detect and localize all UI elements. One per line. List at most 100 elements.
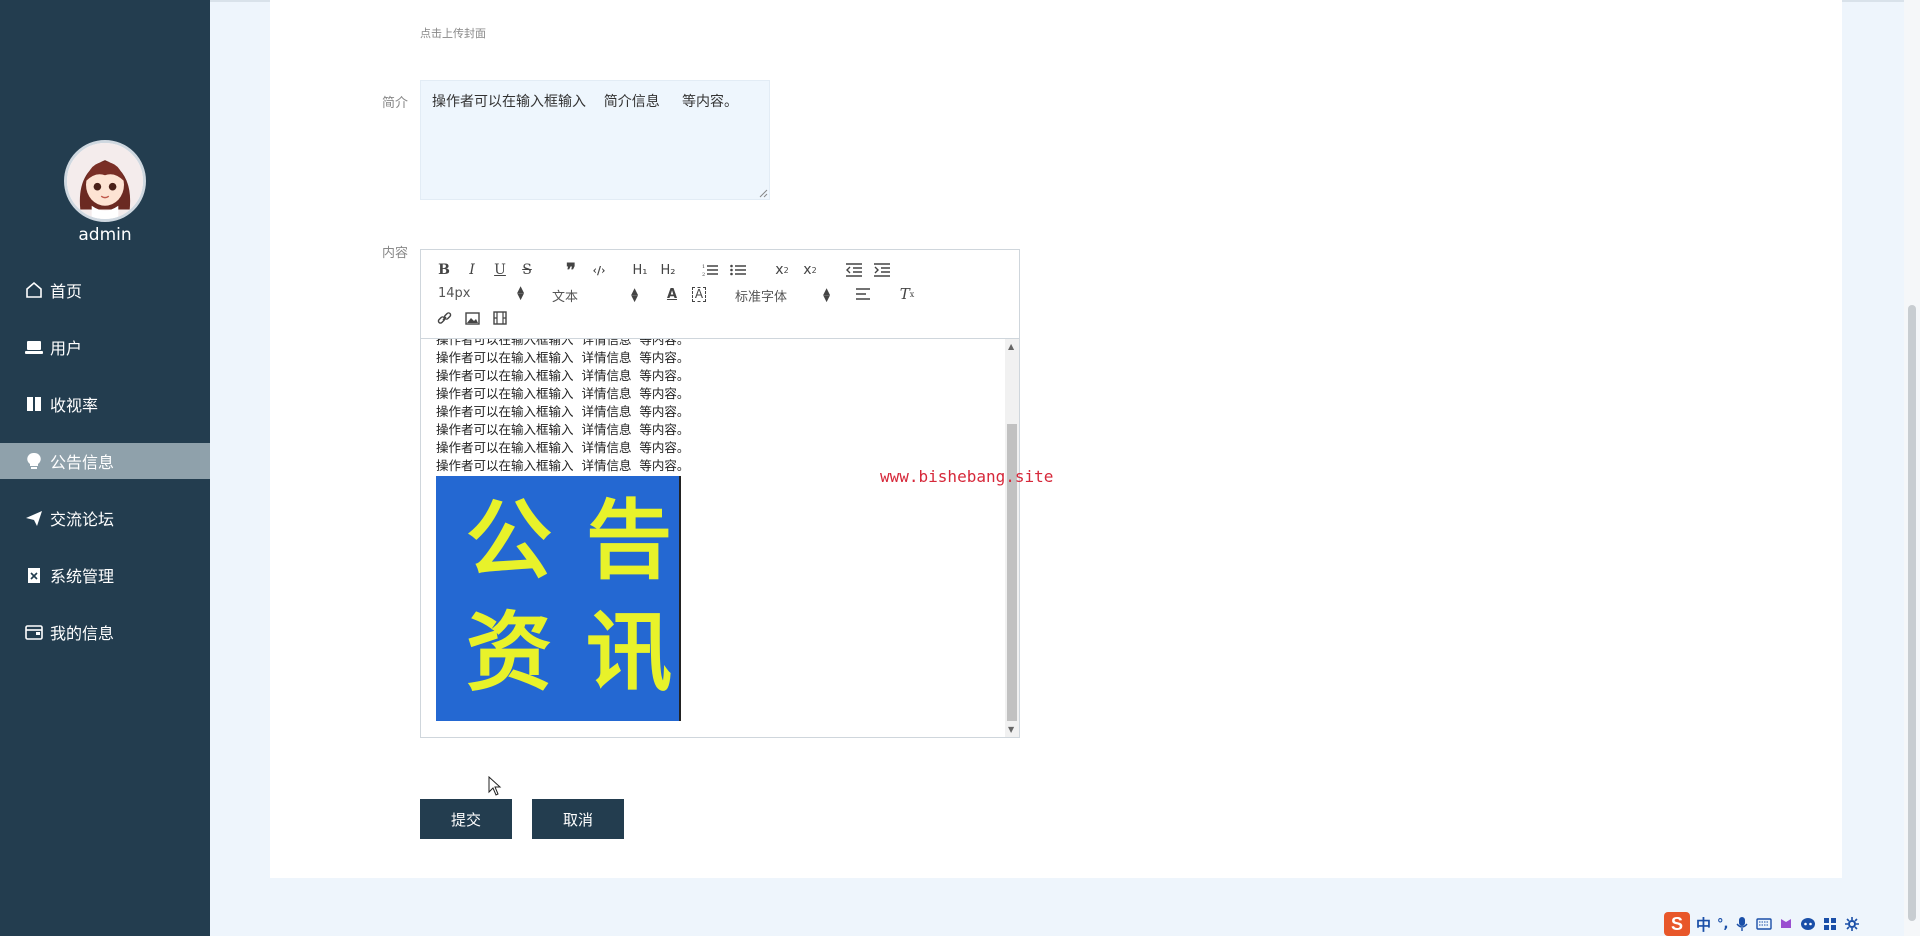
laptop-icon [24, 337, 44, 357]
sidebar-item-ratings[interactable]: 收视率 [0, 386, 210, 422]
editor-content[interactable]: 操作者可以在输入框输入 详情信息 等内容。 操作者可以在输入框输入 详情信息 等… [421, 339, 1019, 737]
ordered-list-icon[interactable]: 12 [700, 260, 720, 280]
notice-image-char: 讯 [586, 603, 672, 703]
select-arrows-icon: ▲ ▼ [823, 286, 830, 304]
notice-image[interactable]: 公 告 资 讯 [436, 476, 681, 721]
username: admin [78, 225, 132, 245]
outdent-icon[interactable] [844, 260, 864, 280]
content-text: 操作者可以在输入框输入 详情信息 等内容。 操作者可以在输入框输入 详情信息 等… [436, 339, 689, 475]
video-icon[interactable] [490, 308, 510, 328]
content-label: 内容 [382, 246, 409, 261]
svg-text:1: 1 [702, 264, 705, 270]
heading1-icon[interactable]: H₁ [630, 260, 650, 280]
wallet-icon [24, 622, 44, 642]
rich-text-editor: B I U S ❞ ‹/› H₁ H₂ 12 x2 x2 14px ▲ ▼ 文本 … [420, 249, 1020, 738]
scroll-up-icon[interactable]: ▲ [1008, 342, 1014, 351]
select-arrows-icon: ▲ ▼ [631, 286, 638, 304]
watermark: www.bishebang.site [880, 467, 1054, 486]
mouse-cursor-icon [488, 776, 502, 796]
notice-image-char: 告 [586, 491, 672, 591]
content-line: 操作者可以在输入框输入 详情信息 等内容。 [436, 350, 690, 365]
background-color-icon[interactable]: A [689, 284, 709, 304]
resize-grip-icon[interactable] [758, 188, 768, 198]
notice-image-char: 公 [466, 491, 552, 591]
indent-icon[interactable] [872, 260, 892, 280]
bulb-icon [24, 451, 44, 471]
avatar-image [67, 143, 143, 219]
clear-format-icon[interactable]: Tx [897, 284, 917, 304]
settings-icon[interactable] [1844, 916, 1860, 932]
font-size-value: 14px [438, 286, 471, 301]
font-family-value: 标准字体 [735, 290, 788, 305]
scroll-down-icon[interactable]: ▼ [1008, 725, 1014, 734]
send-icon [24, 508, 44, 528]
superscript-icon[interactable]: x2 [800, 260, 820, 280]
image-icon[interactable] [462, 308, 482, 328]
subscript-icon[interactable]: x2 [772, 260, 792, 280]
blockquote-icon[interactable]: ❞ [561, 260, 581, 281]
content-line: 操作者可以在输入框输入 详情信息 等内容。 [436, 386, 690, 401]
cancel-button[interactable]: 取消 [532, 799, 624, 839]
submit-button[interactable]: 提交 [420, 799, 512, 839]
book-icon [24, 394, 44, 414]
align-icon[interactable] [854, 284, 874, 304]
sidebar-item-profile[interactable]: 我的信息 [0, 614, 210, 650]
content-line: 操作者可以在输入框输入 详情信息 等内容。 [436, 404, 690, 419]
code-block-icon[interactable]: ‹/› [589, 260, 609, 280]
page-scroll-thumb[interactable] [1908, 305, 1916, 921]
avatar[interactable] [64, 140, 146, 222]
header-select-value: 文本 [552, 290, 579, 305]
text-color-icon[interactable]: A [662, 284, 682, 304]
font-size-select[interactable]: 14px ▲ ▼ [438, 284, 524, 302]
link-icon[interactable] [434, 308, 454, 328]
notice-image-char: 资 [466, 603, 552, 703]
assistant-icon[interactable] [1800, 916, 1816, 932]
toolbox-icon[interactable] [1822, 916, 1838, 932]
sogou-logo-icon[interactable]: S [1664, 912, 1690, 936]
header-select[interactable]: 文本 ▲ ▼ [552, 286, 638, 305]
italic-icon[interactable]: I [462, 260, 482, 280]
intro-text: 操作者可以在输入框输入 简介信息 等内容。 [432, 94, 739, 110]
sidebar-item-forum[interactable]: 交流论坛 [0, 500, 210, 536]
sidebar-item-label: 首页 [50, 282, 83, 301]
sidebar-item-label: 系统管理 [50, 567, 115, 586]
content-line: 操作者可以在输入框输入 详情信息 等内容。 [436, 368, 690, 383]
sidebar-item-users[interactable]: 用户 [0, 329, 210, 365]
cover-upload-hint[interactable]: 点击上传封面 [420, 25, 486, 41]
underline-icon[interactable]: U [490, 260, 510, 280]
skin-icon[interactable] [1778, 916, 1794, 932]
content-line: 操作者可以在输入框输入 详情信息 等内容。 [436, 458, 690, 473]
font-family-select[interactable]: 标准字体 ▲ ▼ [735, 286, 830, 305]
intro-label: 简介 [382, 96, 409, 111]
microphone-icon[interactable] [1734, 916, 1750, 932]
bullet-list-icon[interactable] [728, 260, 748, 280]
ime-punctuation[interactable]: °, [1717, 917, 1728, 932]
sidebar-item-notices[interactable]: 公告信息 [0, 443, 210, 479]
sidebar-item-home[interactable]: 首页 [0, 272, 210, 308]
content-line: 操作者可以在输入框输入 详情信息 等内容。 [436, 440, 690, 455]
content-line: 操作者可以在输入框输入 详情信息 等内容。 [436, 339, 690, 347]
sidebar-item-label: 收视率 [50, 396, 99, 415]
sidebar-item-system[interactable]: 系统管理 [0, 557, 210, 593]
intro-textarea[interactable]: 操作者可以在输入框输入 简介信息 等内容。 [420, 80, 770, 200]
clipboard-icon [24, 565, 44, 585]
sidebar: admin 首页 用户 收视率 公告信息 交流论坛 系统管理 我的信息 [0, 0, 210, 936]
sidebar-item-label: 我的信息 [50, 624, 115, 643]
sidebar-item-label: 用户 [50, 339, 83, 358]
svg-text:2: 2 [702, 272, 705, 277]
sidebar-item-label: 交流论坛 [50, 510, 115, 529]
page-scrollbar[interactable] [1904, 0, 1920, 936]
editor-toolbar: B I U S ❞ ‹/› H₁ H₂ 12 x2 x2 14px ▲ ▼ 文本 … [421, 250, 1019, 339]
content-line: 操作者可以在输入框输入 详情信息 等内容。 [436, 422, 690, 437]
select-arrows-icon: ▲ ▼ [517, 284, 524, 302]
sidebar-menu: 首页 用户 收视率 公告信息 交流论坛 系统管理 我的信息 [0, 272, 210, 671]
strike-icon[interactable]: S [517, 260, 537, 280]
sidebar-item-label: 公告信息 [50, 453, 115, 472]
bold-icon[interactable]: B [434, 260, 454, 280]
ime-toolbar: S 中 °, [1662, 912, 1902, 936]
heading2-icon[interactable]: H₂ [658, 260, 678, 280]
home-icon [24, 280, 44, 300]
keyboard-icon[interactable] [1756, 916, 1773, 932]
ime-language[interactable]: 中 [1696, 914, 1711, 935]
editor-scrollbar[interactable]: ▲ ▼ [1005, 339, 1019, 737]
